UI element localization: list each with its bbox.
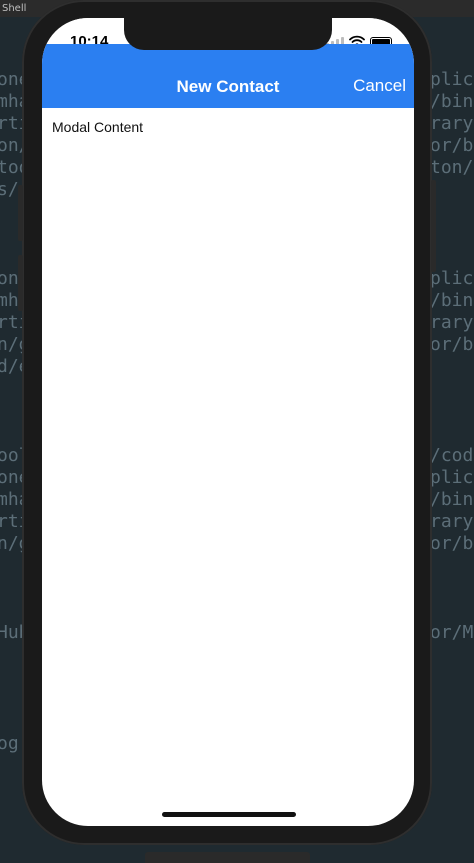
code-fragment: or/b [430, 533, 474, 554]
code-fragment: plic [430, 69, 474, 90]
code-fragment: rary, [430, 511, 474, 532]
modal-navbar: New Contact Cancel [42, 44, 414, 108]
volume-down-button [18, 255, 23, 311]
code-fragment: /bin: [430, 489, 474, 510]
code-fragment: og [0, 733, 19, 754]
code-fragment: plic [430, 268, 474, 289]
code-fragment: or/b [430, 334, 474, 355]
modal-content-text: Modal Content [52, 119, 144, 135]
phone-notch [124, 18, 332, 50]
cancel-button[interactable]: Cancel [353, 76, 406, 96]
code-fragment: plic [430, 467, 474, 488]
code-fragment: or/My [430, 622, 474, 643]
code-fragment: /bin: [430, 290, 474, 311]
code-fragment: or/bi [430, 135, 474, 156]
code-fragment: rary, [430, 113, 474, 134]
volume-up-button [18, 185, 23, 241]
code-fragment: s/ [0, 179, 19, 200]
host-title: Shell [2, 3, 27, 14]
home-indicator[interactable] [162, 812, 296, 817]
power-button [431, 180, 436, 272]
code-fragment: rary, [430, 312, 474, 333]
bottom-window-tab [145, 852, 310, 863]
code-fragment: /bin: [430, 91, 474, 112]
phone-screen: 10:14 New Contact Cancel Modal Content [42, 18, 414, 826]
code-fragment: /code [430, 445, 474, 466]
code-fragment: ton/C [430, 157, 474, 178]
